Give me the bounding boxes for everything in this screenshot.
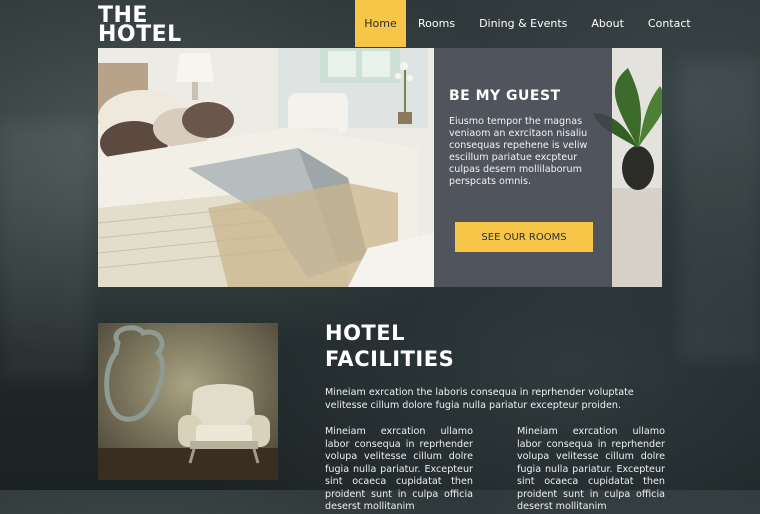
- nav-item-contact[interactable]: Contact: [636, 0, 703, 47]
- facilities-column-2: Mineiam exrcation ullamo labor consequa …: [517, 426, 665, 512]
- nav-item-dining-events[interactable]: Dining & Events: [467, 0, 579, 47]
- main-nav: Home Rooms Dining & Events About Contact: [355, 0, 703, 47]
- background-blur: [0, 120, 90, 380]
- armchair-photo: [98, 323, 278, 480]
- facilities-image: [98, 323, 278, 480]
- logo-line-2: HOTEL: [98, 22, 182, 47]
- background-blur: [680, 60, 760, 360]
- nav-item-about[interactable]: About: [579, 0, 636, 47]
- hero-title: BE MY GUEST: [449, 88, 561, 104]
- hero-text: Eiusmo tempor the magnas veniaom an exrc…: [449, 116, 588, 187]
- nav-item-rooms[interactable]: Rooms: [406, 0, 467, 47]
- facilities-title-line-2: FACILITIES: [325, 347, 455, 371]
- hero-banner: BE MY GUEST Eiusmo tempor the magnas ven…: [98, 48, 662, 287]
- hotel-logo[interactable]: THE HOTEL: [98, 5, 182, 47]
- facilities-column-1: Mineiam exrcation ullamo labor consequa …: [325, 426, 473, 512]
- facilities-title-line-1: HOTEL: [325, 321, 405, 345]
- facilities-intro: Mineiam exrcation the laboris consequa i…: [325, 387, 634, 411]
- nav-item-home[interactable]: Home: [355, 0, 406, 47]
- hero-overlay-panel: BE MY GUEST Eiusmo tempor the magnas ven…: [434, 48, 612, 287]
- facilities-title: HOTEL FACILITIES: [325, 320, 454, 372]
- see-our-rooms-button[interactable]: SEE OUR ROOMS: [455, 222, 593, 252]
